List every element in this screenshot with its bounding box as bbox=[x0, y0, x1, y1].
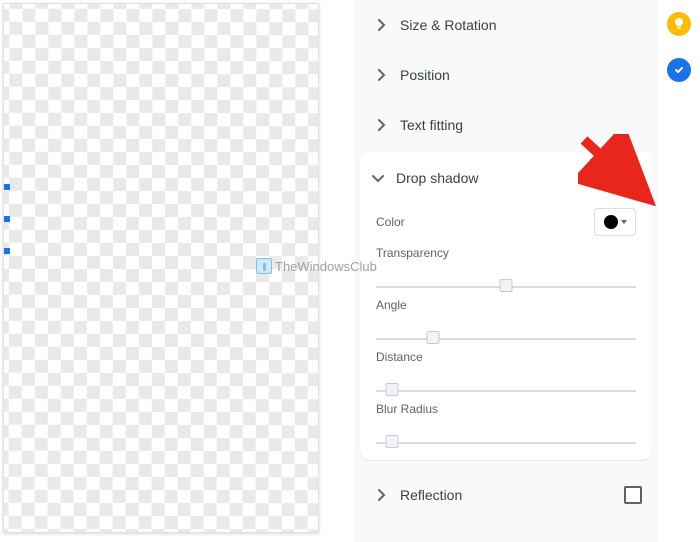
section-reflection[interactable]: Reflection bbox=[360, 470, 652, 520]
reflection-checkbox[interactable] bbox=[624, 486, 642, 504]
chevron-down-icon bbox=[372, 171, 384, 186]
color-swatch bbox=[604, 215, 618, 229]
shadow-color-picker[interactable] bbox=[594, 208, 636, 236]
distance-slider[interactable] bbox=[376, 390, 636, 392]
section-drop-shadow: Drop shadow Color Transparency bbox=[360, 152, 652, 460]
selection-handle[interactable] bbox=[4, 248, 10, 254]
section-text-fitting[interactable]: Text fitting bbox=[360, 100, 652, 150]
slider-thumb[interactable] bbox=[385, 435, 398, 448]
section-label: Position bbox=[400, 67, 450, 83]
angle-label: Angle bbox=[376, 298, 636, 312]
section-label: Drop shadow bbox=[396, 170, 616, 186]
caret-down-icon bbox=[621, 220, 627, 224]
section-drop-shadow-header[interactable]: Drop shadow bbox=[360, 152, 652, 204]
blur-slider[interactable] bbox=[376, 442, 636, 444]
section-label: Reflection bbox=[400, 487, 624, 503]
angle-slider[interactable] bbox=[376, 338, 636, 340]
selection-handle[interactable] bbox=[4, 216, 10, 222]
transparency-slider[interactable] bbox=[376, 286, 636, 288]
blur-label: Blur Radius bbox=[376, 402, 636, 416]
drop-shadow-checkbox[interactable] bbox=[622, 169, 640, 187]
chevron-right-icon bbox=[370, 489, 394, 501]
format-panel: Size & Rotation Position Text fitting Dr… bbox=[354, 0, 658, 542]
section-label: Size & Rotation bbox=[400, 17, 497, 33]
canvas-page[interactable] bbox=[3, 3, 319, 533]
section-label: Text fitting bbox=[400, 117, 463, 133]
check-icon bbox=[625, 173, 637, 183]
keep-icon[interactable] bbox=[667, 12, 691, 36]
distance-label: Distance bbox=[376, 350, 636, 364]
tasks-icon[interactable] bbox=[667, 58, 691, 82]
slider-thumb[interactable] bbox=[385, 383, 398, 396]
canvas-area[interactable]: TheWindowsClub bbox=[0, 0, 354, 542]
chevron-right-icon bbox=[370, 119, 394, 131]
chevron-right-icon bbox=[370, 69, 394, 81]
slider-thumb[interactable] bbox=[427, 331, 440, 344]
slider-thumb[interactable] bbox=[500, 279, 513, 292]
selection-handle[interactable] bbox=[4, 184, 10, 190]
color-label: Color bbox=[376, 215, 405, 229]
chevron-right-icon bbox=[370, 19, 394, 31]
section-position[interactable]: Position bbox=[360, 50, 652, 100]
transparency-grid bbox=[3, 3, 319, 533]
section-size-rotation[interactable]: Size & Rotation bbox=[360, 0, 652, 50]
side-rail bbox=[658, 0, 700, 542]
transparency-label: Transparency bbox=[376, 246, 636, 260]
